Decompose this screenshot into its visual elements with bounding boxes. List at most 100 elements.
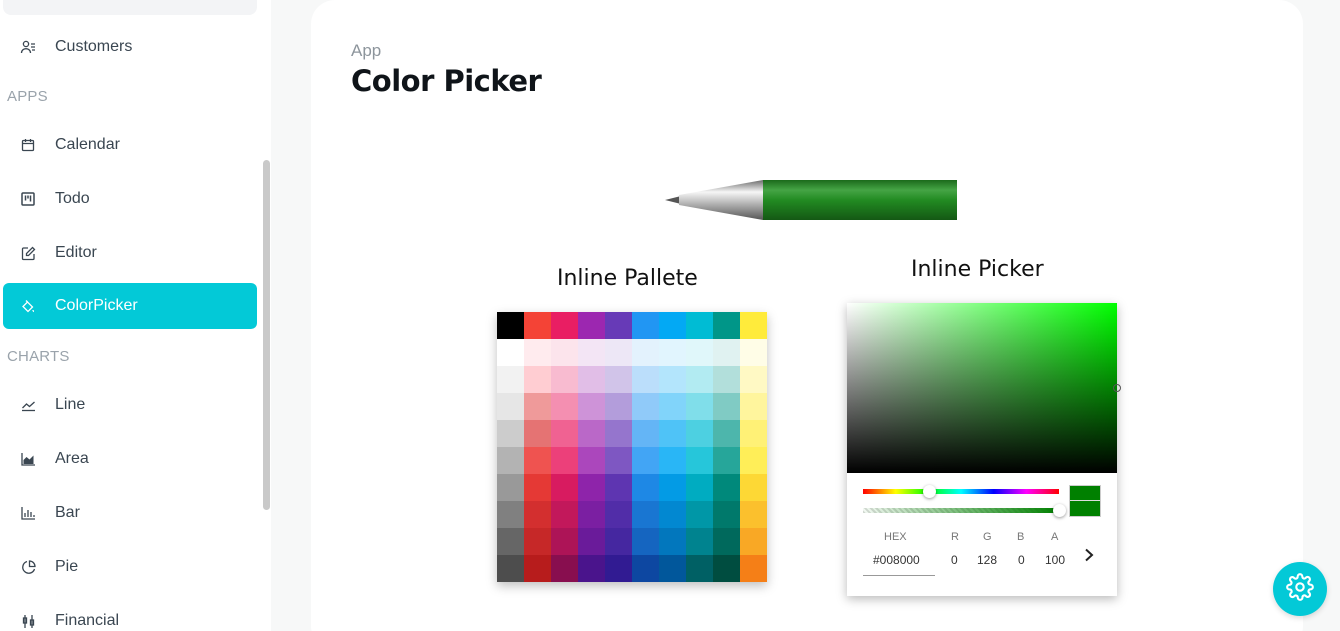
sidebar-item-customers[interactable]: Customers — [3, 24, 257, 70]
palette-swatch[interactable] — [740, 366, 767, 393]
palette-swatch[interactable] — [551, 555, 578, 582]
sidebar-item-financial[interactable]: Financial — [3, 598, 257, 631]
palette-swatch[interactable] — [740, 474, 767, 501]
palette-swatch[interactable] — [632, 366, 659, 393]
palette-swatch[interactable] — [659, 366, 686, 393]
palette-swatch[interactable] — [497, 393, 524, 420]
palette-swatch[interactable] — [524, 447, 551, 474]
palette-swatch[interactable] — [632, 474, 659, 501]
palette-swatch[interactable] — [578, 474, 605, 501]
palette-swatch[interactable] — [578, 447, 605, 474]
sidebar-item-previous[interactable] — [3, 0, 257, 15]
palette-swatch[interactable] — [497, 312, 524, 339]
palette-swatch[interactable] — [497, 501, 524, 528]
green-input[interactable]: 128 — [977, 553, 997, 567]
hue-slider-handle[interactable] — [923, 485, 936, 498]
palette-swatch[interactable] — [632, 555, 659, 582]
palette-swatch[interactable] — [605, 420, 632, 447]
sidebar-item-colorpicker[interactable]: ColorPicker — [3, 283, 257, 329]
palette-swatch[interactable] — [497, 474, 524, 501]
palette-swatch[interactable] — [497, 447, 524, 474]
palette-swatch[interactable] — [686, 312, 713, 339]
inline-palette[interactable] — [497, 312, 767, 582]
palette-swatch[interactable] — [578, 528, 605, 555]
sidebar-item-bar[interactable]: Bar — [3, 490, 257, 536]
palette-swatch[interactable] — [605, 555, 632, 582]
palette-swatch[interactable] — [713, 555, 740, 582]
palette-swatch[interactable] — [605, 366, 632, 393]
palette-swatch[interactable] — [632, 501, 659, 528]
palette-swatch[interactable] — [686, 366, 713, 393]
palette-swatch[interactable] — [659, 339, 686, 366]
palette-swatch[interactable] — [578, 393, 605, 420]
palette-swatch[interactable] — [713, 366, 740, 393]
sidebar-item-editor[interactable]: Editor — [3, 230, 257, 276]
blue-input[interactable]: 0 — [1018, 553, 1025, 567]
palette-swatch[interactable] — [497, 420, 524, 447]
palette-swatch[interactable] — [713, 501, 740, 528]
palette-swatch[interactable] — [497, 339, 524, 366]
palette-swatch[interactable] — [551, 447, 578, 474]
palette-swatch[interactable] — [632, 528, 659, 555]
palette-swatch[interactable] — [713, 393, 740, 420]
palette-swatch[interactable] — [740, 447, 767, 474]
palette-swatch[interactable] — [524, 501, 551, 528]
palette-swatch[interactable] — [740, 393, 767, 420]
palette-swatch[interactable] — [551, 501, 578, 528]
palette-swatch[interactable] — [605, 339, 632, 366]
opacity-slider-handle[interactable] — [1053, 504, 1066, 517]
palette-swatch[interactable] — [632, 393, 659, 420]
palette-swatch[interactable] — [605, 474, 632, 501]
palette-swatch[interactable] — [524, 555, 551, 582]
sidebar-item-todo[interactable]: Todo — [3, 176, 257, 222]
palette-swatch[interactable] — [632, 312, 659, 339]
palette-swatch[interactable] — [551, 366, 578, 393]
palette-swatch[interactable] — [524, 312, 551, 339]
palette-swatch[interactable] — [659, 501, 686, 528]
format-toggle-button[interactable] — [1080, 545, 1098, 565]
alpha-input[interactable]: 100 — [1045, 553, 1065, 567]
palette-swatch[interactable] — [659, 312, 686, 339]
red-input[interactable]: 0 — [951, 553, 958, 567]
palette-swatch[interactable] — [659, 474, 686, 501]
palette-swatch[interactable] — [524, 339, 551, 366]
sidebar-item-calendar[interactable]: Calendar — [3, 122, 257, 168]
palette-swatch[interactable] — [551, 528, 578, 555]
palette-swatch[interactable] — [713, 312, 740, 339]
palette-swatch[interactable] — [551, 312, 578, 339]
saturation-area[interactable] — [847, 303, 1117, 473]
palette-swatch[interactable] — [524, 474, 551, 501]
opacity-slider[interactable] — [863, 508, 1059, 513]
palette-swatch[interactable] — [605, 312, 632, 339]
palette-swatch[interactable] — [524, 366, 551, 393]
palette-swatch[interactable] — [713, 339, 740, 366]
palette-swatch[interactable] — [686, 339, 713, 366]
palette-swatch[interactable] — [524, 420, 551, 447]
palette-swatch[interactable] — [740, 555, 767, 582]
palette-swatch[interactable] — [632, 420, 659, 447]
palette-swatch[interactable] — [740, 312, 767, 339]
palette-swatch[interactable] — [632, 339, 659, 366]
palette-swatch[interactable] — [740, 528, 767, 555]
palette-swatch[interactable] — [740, 501, 767, 528]
palette-swatch[interactable] — [740, 420, 767, 447]
palette-swatch[interactable] — [551, 393, 578, 420]
saturation-handle[interactable] — [1113, 384, 1121, 392]
palette-swatch[interactable] — [686, 528, 713, 555]
palette-swatch[interactable] — [659, 393, 686, 420]
palette-swatch[interactable] — [497, 528, 524, 555]
palette-swatch[interactable] — [524, 528, 551, 555]
settings-button[interactable] — [1273, 562, 1327, 616]
palette-swatch[interactable] — [713, 447, 740, 474]
palette-swatch[interactable] — [659, 555, 686, 582]
palette-swatch[interactable] — [659, 420, 686, 447]
palette-swatch[interactable] — [578, 366, 605, 393]
hex-input[interactable]: #008000 — [873, 553, 920, 567]
palette-swatch[interactable] — [632, 447, 659, 474]
palette-swatch[interactable] — [713, 474, 740, 501]
palette-swatch[interactable] — [497, 555, 524, 582]
palette-swatch[interactable] — [686, 420, 713, 447]
palette-swatch[interactable] — [524, 393, 551, 420]
hue-slider[interactable] — [863, 489, 1059, 494]
palette-swatch[interactable] — [659, 447, 686, 474]
